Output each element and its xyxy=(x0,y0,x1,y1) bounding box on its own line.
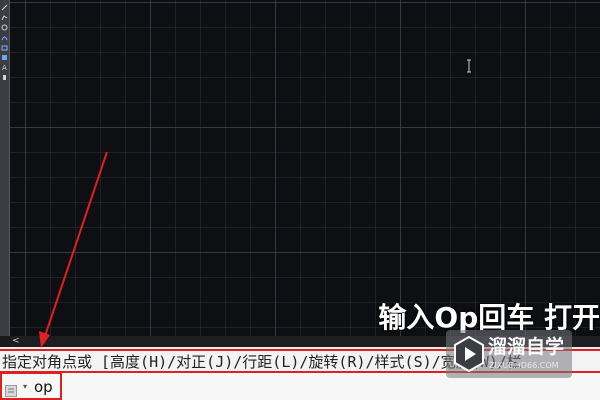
move-tool-icon[interactable] xyxy=(1,74,8,81)
command-input-box[interactable]: ▾ op xyxy=(0,372,62,400)
cad-window: A < 输入Op回车 打开 指定对角点或 [高度(H)/对正(J)/行距(L)/… xyxy=(0,0,600,400)
watermark-title: 溜溜自学 xyxy=(488,336,565,358)
command-input[interactable]: op xyxy=(34,378,53,396)
line-tool-icon[interactable] xyxy=(1,4,8,11)
hatch-tool-icon[interactable] xyxy=(1,54,8,61)
command-line-icon[interactable] xyxy=(5,382,17,397)
ibeam-cursor-icon xyxy=(464,58,474,74)
play-logo-icon xyxy=(454,335,484,373)
watermark: 溜溜自学 ZIXUE.3D66.COM xyxy=(446,330,572,378)
drawing-canvas[interactable] xyxy=(10,0,600,336)
scroll-left-arrow[interactable]: < xyxy=(12,336,26,346)
left-toolbar: A xyxy=(0,0,10,336)
command-prompt-text: 指定对角点或 [高度(H)/对正(J)/行距(L)/旋转(R)/样式(S)/宽度… xyxy=(2,353,522,371)
arc-tool-icon[interactable] xyxy=(1,34,8,41)
text-tool-icon[interactable]: A xyxy=(1,64,8,71)
circle-tool-icon[interactable] xyxy=(1,24,8,31)
svg-text:A: A xyxy=(2,64,7,71)
rectangle-tool-icon[interactable] xyxy=(1,44,8,51)
dropdown-caret-icon[interactable]: ▾ xyxy=(23,382,27,391)
polyline-tool-icon[interactable] xyxy=(1,14,8,21)
watermark-subtitle: ZIXUE.3D66.COM xyxy=(489,361,559,370)
